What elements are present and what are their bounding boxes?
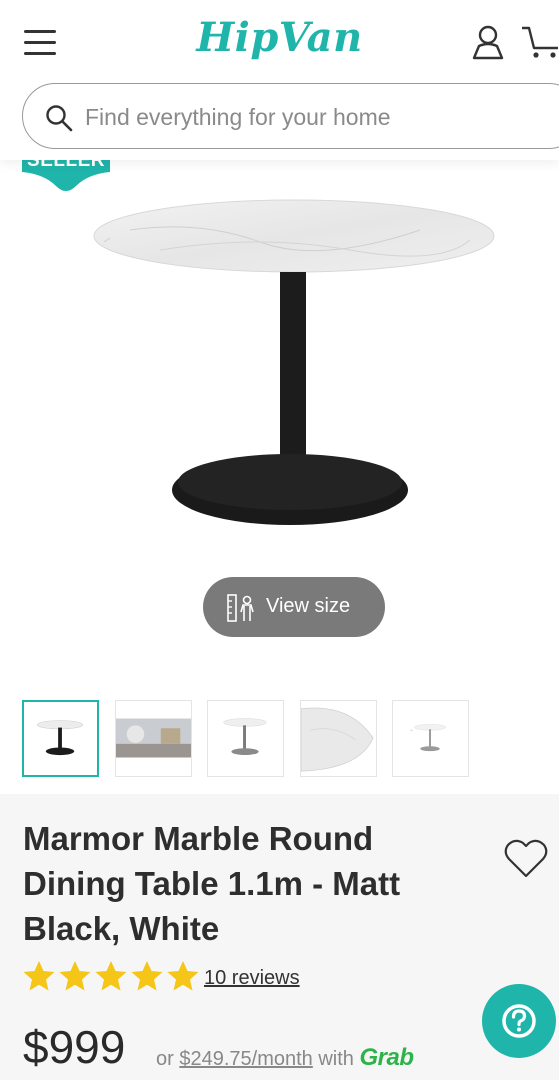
search-input[interactable] xyxy=(85,98,535,136)
view-size-label: View size xyxy=(266,595,351,617)
heart-icon[interactable] xyxy=(503,838,549,880)
star-icon xyxy=(131,961,163,991)
user-icon[interactable] xyxy=(470,24,506,60)
thumbnail-2[interactable] xyxy=(115,700,192,777)
thumbnail-5[interactable] xyxy=(392,700,469,777)
product-title: Marmor Marble Round Dining Table 1.1m - … xyxy=(23,820,401,947)
installment-prefix: or xyxy=(156,1048,174,1070)
star-icon xyxy=(167,961,199,991)
cart-icon[interactable] xyxy=(520,24,559,60)
rating-stars xyxy=(22,960,202,992)
product-price: $999 xyxy=(23,1021,126,1073)
product-details: Marmor Marble Round Dining Table 1.1m - … xyxy=(0,794,559,1080)
grab-logo: Grab xyxy=(359,1044,415,1071)
thumbnail-3[interactable] xyxy=(207,700,284,777)
site-header: HipVan xyxy=(0,0,559,160)
thumbnail-4[interactable] xyxy=(300,700,377,777)
search-bar[interactable] xyxy=(22,83,559,149)
installment-with: with xyxy=(318,1048,354,1070)
help-icon xyxy=(502,1004,536,1038)
help-button[interactable] xyxy=(482,984,556,1058)
installment-info: or $249.75/month with Grab xyxy=(156,1044,414,1072)
star-icon xyxy=(23,961,55,991)
thumbnail-1[interactable] xyxy=(22,700,99,777)
star-icon xyxy=(95,961,127,991)
star-icon xyxy=(59,961,91,991)
installment-amount-link[interactable]: $249.75/month xyxy=(179,1048,312,1070)
view-size-button[interactable]: View size xyxy=(203,577,385,637)
search-icon xyxy=(46,105,73,132)
reviews-link[interactable]: 10 reviews xyxy=(204,967,300,990)
ruler-person-icon xyxy=(227,594,254,622)
